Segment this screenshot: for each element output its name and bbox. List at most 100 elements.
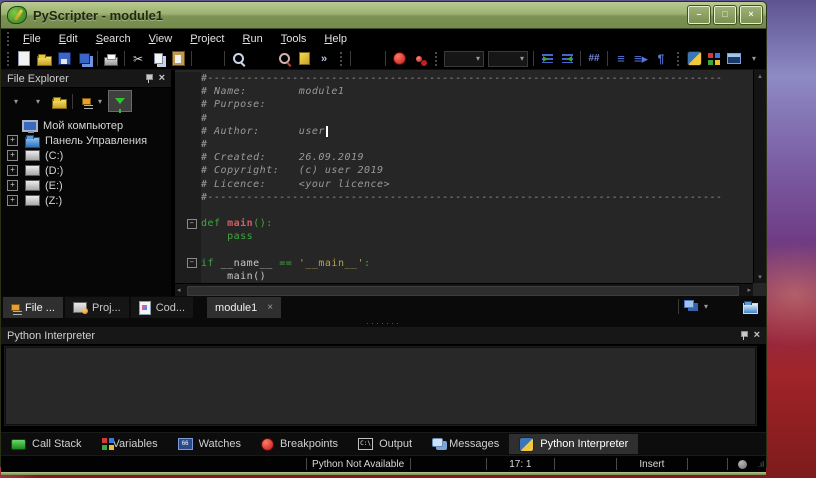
code-line[interactable] — [175, 203, 753, 218]
code-line[interactable]: # — [175, 137, 753, 152]
code-line[interactable]: pass — [175, 230, 753, 244]
bookmark-button[interactable] — [294, 50, 314, 68]
editor-tab-module1[interactable]: module1 × — [207, 297, 282, 318]
scroll-right-icon[interactable]: ▸ — [747, 286, 751, 294]
code-line[interactable]: # Purpose: — [175, 98, 753, 112]
tab-output[interactable]: C:\ Output — [348, 434, 422, 454]
window-list-dropdown[interactable]: ▾ — [702, 302, 710, 311]
code-line[interactable]: # Created: 26.09.2019 — [175, 151, 753, 165]
toolbar-grip[interactable] — [433, 51, 438, 66]
code-line[interactable]: #---------------------------------------… — [175, 190, 753, 204]
tab-python-interpreter[interactable]: Python Interpreter — [509, 434, 639, 454]
tab-call-stack[interactable]: Call Stack — [1, 434, 92, 454]
toolbar-grip[interactable] — [675, 51, 680, 66]
code-line[interactable]: − if __name__ == '__main__': — [175, 256, 753, 270]
cut-button[interactable]: ✂ — [128, 50, 148, 68]
save-all-button[interactable] — [74, 50, 94, 68]
scroll-up-icon[interactable]: ▴ — [758, 72, 762, 80]
menu-run[interactable]: Run — [234, 31, 272, 47]
code-line[interactable]: # Author: user — [175, 124, 753, 138]
title-bar[interactable]: PyScripter - module1 – □ × — [1, 2, 766, 29]
tree-item-(D:)[interactable]: + (D:) — [7, 163, 171, 178]
tab-variables[interactable]: Variables — [92, 434, 168, 454]
code-line[interactable]: # Copyright: (c) user 2019 — [175, 164, 753, 178]
menu-help[interactable]: Help — [315, 31, 356, 47]
window-list-button[interactable] — [682, 297, 702, 315]
layout-window-button[interactable] — [724, 50, 744, 68]
minimize-button[interactable]: – — [687, 5, 711, 25]
panel-close-icon[interactable]: × — [754, 330, 760, 341]
paste-button[interactable] — [168, 50, 188, 68]
menu-tools[interactable]: Tools — [272, 31, 316, 47]
explorer-filter-button[interactable] — [108, 90, 133, 113]
tree-item-Мой компьютер[interactable]: Мой компьютер — [7, 118, 171, 133]
scroll-down-icon[interactable]: ▾ — [758, 273, 762, 281]
dock-tab-proj[interactable]: Proj... — [64, 297, 129, 318]
menu-search[interactable]: Search — [87, 31, 140, 47]
tab-breakpoints[interactable]: Breakpoints — [251, 434, 348, 454]
expand-toggle[interactable]: + — [7, 195, 18, 206]
dock-tab-cod[interactable]: Cod... — [130, 297, 194, 318]
recent-files-button[interactable] — [740, 297, 760, 315]
code-line[interactable] — [175, 243, 753, 257]
dock-tab-file[interactable]: File ... — [3, 297, 63, 318]
menu-view[interactable]: View — [140, 31, 182, 47]
code-line[interactable]: # — [175, 111, 753, 125]
menu-edit[interactable]: Edit — [50, 31, 87, 47]
explorer-open-button[interactable] — [49, 92, 69, 110]
expand-toggle[interactable]: + — [7, 135, 18, 146]
explorer-view-button[interactable] — [76, 92, 96, 110]
toggle-breakpoint-pin-button[interactable] — [409, 50, 429, 68]
toolbar-overflow-chevron[interactable]: » — [314, 50, 334, 68]
code-line[interactable]: # Licence: <your licence> — [175, 177, 753, 191]
hscroll-thumb[interactable] — [187, 286, 739, 296]
fold-collapse-icon[interactable]: − — [187, 218, 197, 229]
close-button[interactable]: × — [739, 5, 763, 25]
code-line[interactable]: # Name: module1 — [175, 85, 753, 99]
todo-list-button[interactable]: ≡ — [611, 50, 631, 68]
print-button[interactable] — [101, 50, 121, 68]
show-whitespace-button[interactable]: ¶ — [651, 50, 671, 68]
code-editor[interactable]: #---------------------------------------… — [175, 70, 766, 296]
copy-button[interactable] — [148, 50, 168, 68]
indent-button[interactable] — [537, 50, 557, 68]
editor-vertical-scrollbar[interactable]: ▴ ▾ — [753, 70, 766, 283]
explorer-back-dropdown[interactable]: ▾ — [5, 97, 27, 106]
panel-close-icon[interactable]: × — [159, 73, 165, 84]
save-button[interactable] — [54, 50, 74, 68]
layout-dropdown-chevron[interactable]: ▾ — [744, 50, 764, 68]
pin-icon[interactable] — [740, 330, 748, 341]
dedent-button[interactable] — [557, 50, 577, 68]
maximize-button[interactable]: □ — [713, 5, 737, 25]
run-breakpoint-button[interactable] — [389, 50, 409, 68]
expand-toggle[interactable]: + — [7, 150, 18, 161]
menu-project[interactable]: Project — [181, 31, 233, 47]
tab-messages[interactable]: Messages — [422, 434, 509, 454]
search-button[interactable] — [228, 50, 248, 68]
tab-close-icon[interactable]: × — [267, 302, 273, 313]
search-in-files-button[interactable] — [274, 50, 294, 68]
editor-horizontal-scrollbar[interactable]: ◂ ▸ — [175, 283, 753, 296]
open-file-button[interactable] — [34, 50, 54, 68]
code-line[interactable]: #---------------------------------------… — [175, 72, 753, 86]
toolbar-grip[interactable] — [5, 51, 10, 66]
comment-code-button[interactable]: ## — [584, 50, 604, 68]
scroll-left-icon[interactable]: ◂ — [177, 286, 181, 294]
explorer-forward-dropdown[interactable]: ▾ — [27, 97, 49, 106]
code-line[interactable]: − def main (): — [175, 217, 753, 231]
ide-options-button[interactable] — [704, 50, 724, 68]
tree-item-Панель Управления[interactable]: + Панель Управления — [7, 133, 171, 148]
interpreter-combobox[interactable]: ▾ — [488, 50, 528, 67]
expand-toggle[interactable]: + — [7, 165, 18, 176]
run-configuration-combobox[interactable]: ▾ — [444, 50, 484, 67]
expand-toggle[interactable]: + — [7, 180, 18, 191]
tree-item-(E:)[interactable]: + (E:) — [7, 178, 171, 193]
fold-collapse-icon[interactable]: − — [187, 258, 197, 269]
pin-icon[interactable] — [145, 73, 153, 84]
code-area[interactable]: #---------------------------------------… — [175, 70, 753, 283]
code-line[interactable]: main() — [175, 269, 753, 283]
goto-definition-button[interactable]: ≡▸ — [631, 50, 651, 68]
tab-watches[interactable]: 66 Watches — [168, 434, 251, 454]
new-file-button[interactable] — [14, 50, 34, 68]
interpreter-console[interactable] — [4, 346, 757, 426]
